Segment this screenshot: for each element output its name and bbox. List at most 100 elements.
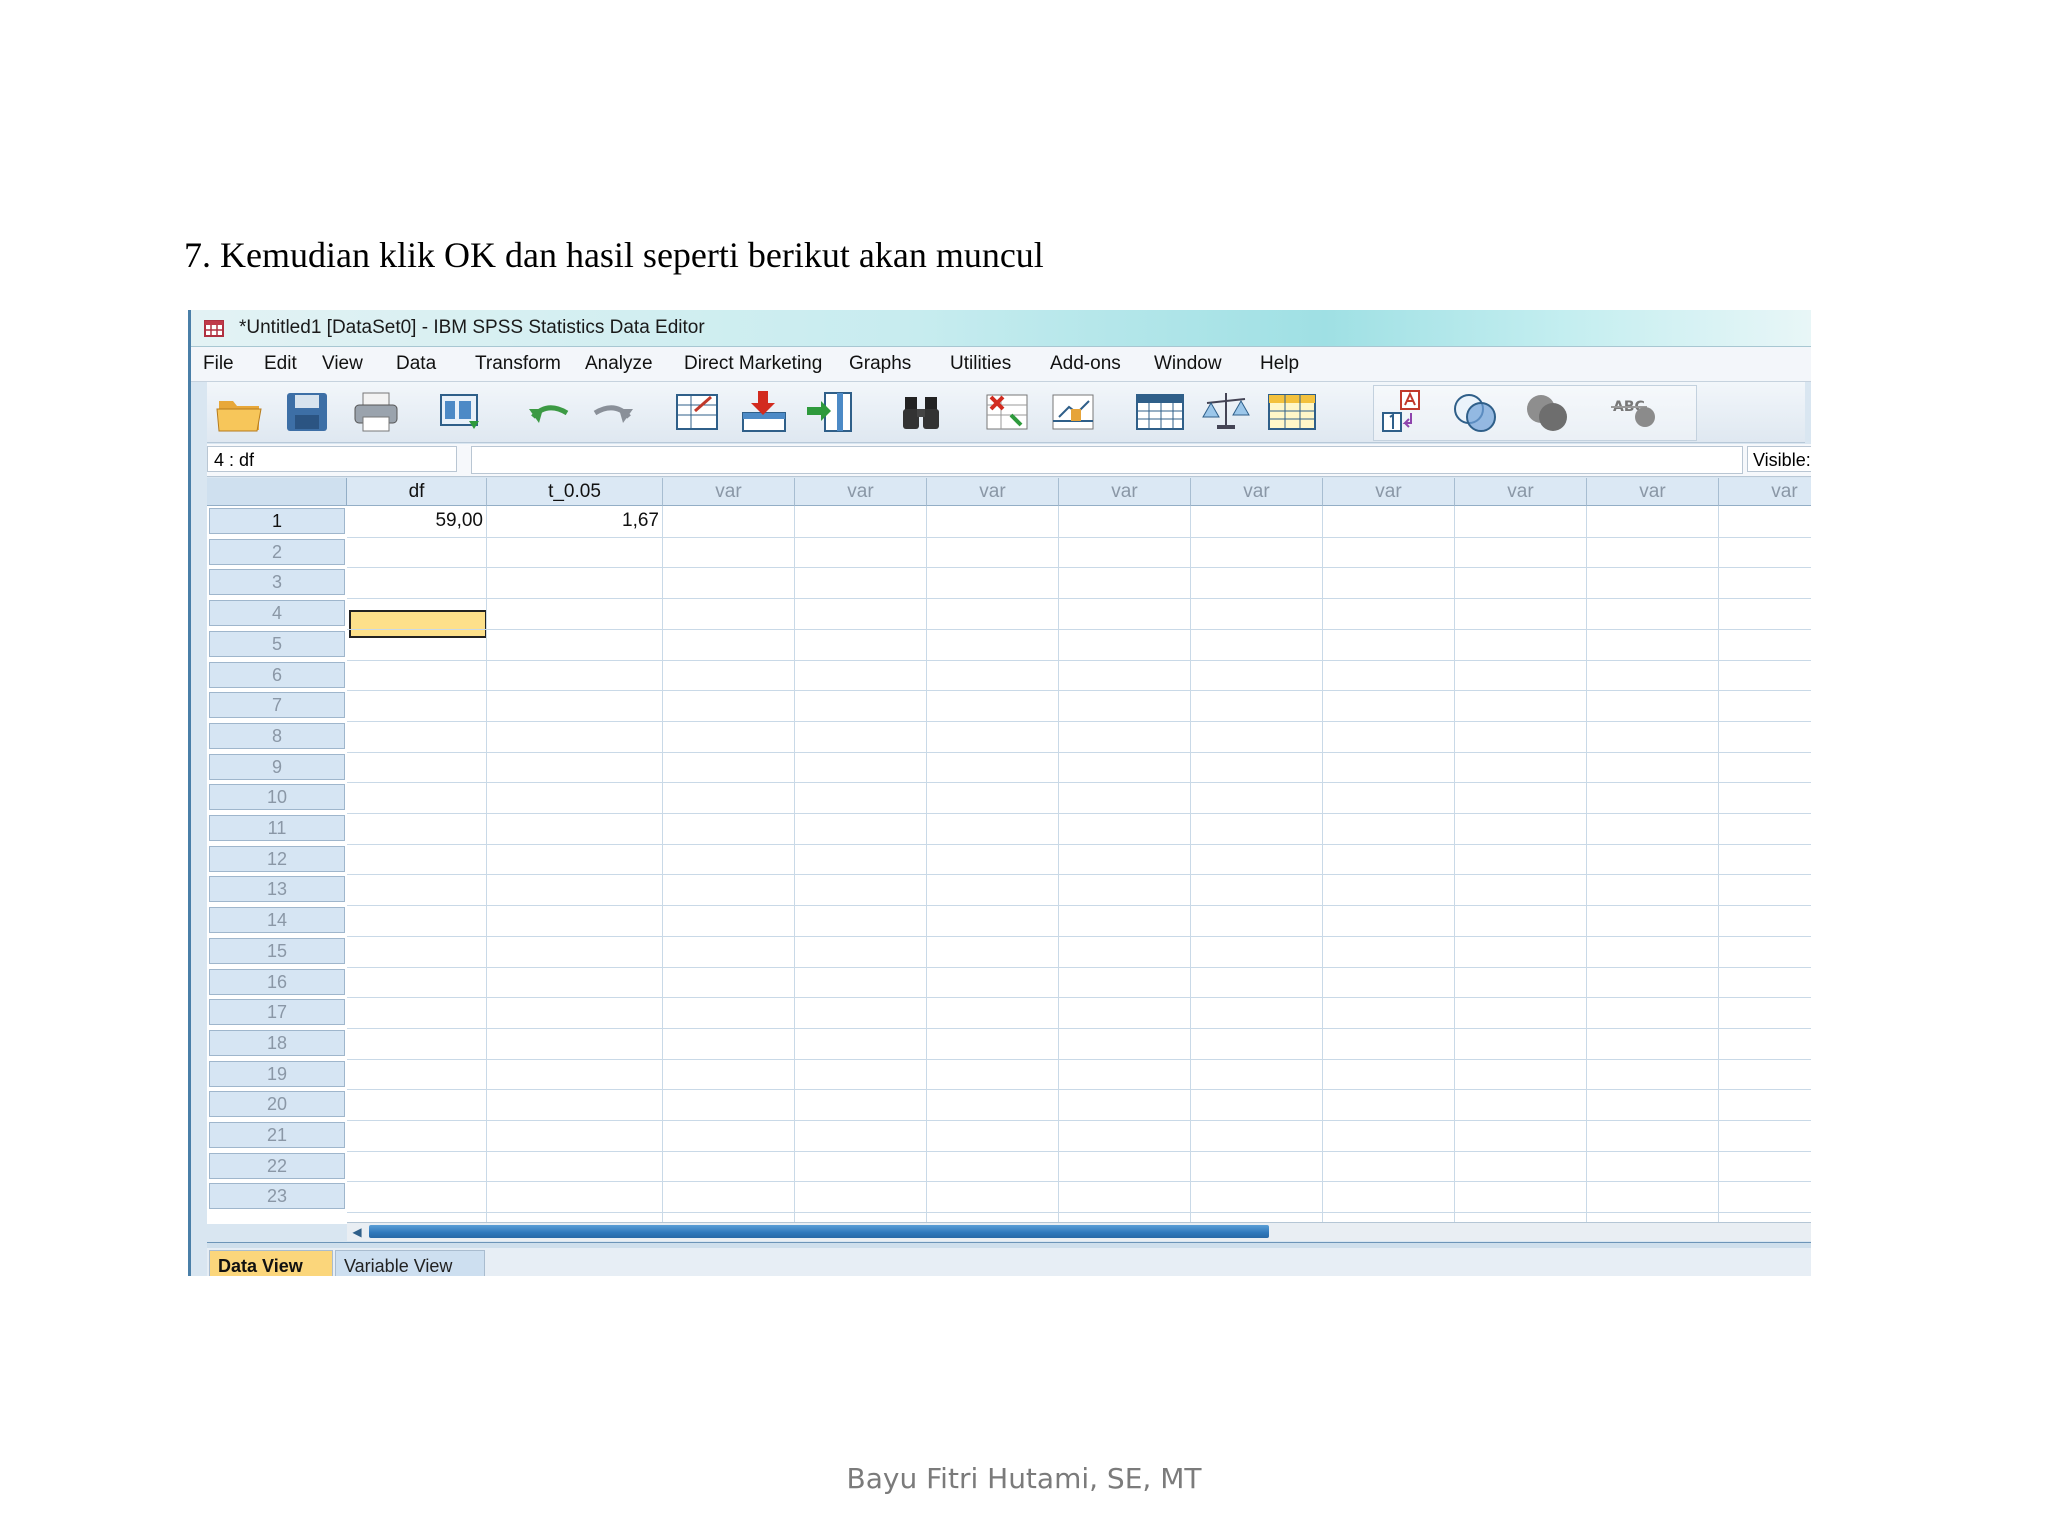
selected-cell[interactable] [349,610,487,638]
dialog-recall-icon[interactable] [435,387,489,437]
cell-value-field[interactable] [471,446,1743,474]
grid-row-line [347,1181,1811,1182]
menu-add-ons[interactable]: Add-ons [1050,353,1121,375]
menu-direct-marketing[interactable]: Direct Marketing [684,353,822,375]
row-header[interactable]: 9 [209,753,345,780]
row-header[interactable]: 5 [209,630,345,657]
slide-heading: 7. Kemudian klik OK dan hasil seperti be… [184,235,1044,275]
row-header[interactable]: 18 [209,1029,345,1056]
row-header[interactable]: 15 [209,937,345,964]
scrollbar-thumb[interactable] [369,1225,1269,1238]
column-header-var[interactable]: var [795,478,927,506]
open-folder-icon[interactable] [213,387,267,437]
row-header[interactable]: 1 [209,508,345,534]
slide-footer: Bayu Fitri Hutami, SE, MT [846,1462,1202,1495]
menu-help[interactable]: Help [1260,353,1299,375]
grid-row-line [347,1089,1811,1090]
grid-row-line [347,567,1811,568]
column-header-var[interactable]: var [1587,478,1719,506]
cell-reference-field[interactable]: 4 : df [207,446,457,472]
cell-editor-bar: 4 : df Visible: 2 [207,444,1811,477]
row-header[interactable]: 7 [209,692,345,719]
row-header[interactable]: 23 [209,1183,345,1210]
grid-corner[interactable] [207,478,347,506]
split-file-icon[interactable] [981,387,1035,437]
row-header[interactable]: 6 [209,661,345,688]
goto-case-icon[interactable] [671,387,725,437]
horizontal-scrollbar[interactable]: ◀ [347,1222,1811,1241]
row-header[interactable]: 21 [209,1122,345,1148]
row-header[interactable]: 22 [209,1152,345,1179]
menu-window[interactable]: Window [1154,353,1222,375]
redo-icon[interactable] [587,387,641,437]
row-header[interactable]: 13 [209,876,345,903]
circles-icon[interactable] [1449,387,1503,437]
data-cell[interactable]: 59,00 [347,506,487,536]
grid-column-line [1322,506,1323,1224]
undo-icon[interactable] [521,387,575,437]
row-header[interactable]: 2 [209,538,345,565]
row-header[interactable]: 12 [209,845,345,872]
grid-row-line [347,1120,1811,1121]
row-header[interactable]: 16 [209,968,345,995]
show-all-variables-icon[interactable] [1265,387,1319,437]
column-header-t-0-05[interactable]: t_0.05 [487,478,663,506]
scroll-left-icon[interactable]: ◀ [349,1225,365,1239]
grid-row-line [347,752,1811,753]
row-header[interactable]: 20 [209,1091,345,1118]
variable-sets-icon[interactable] [1199,387,1253,437]
grid-row-line [347,874,1811,875]
insert-variable-icon[interactable] [803,387,857,437]
column-header-var[interactable]: var [1191,478,1323,506]
weight-cases-icon[interactable] [1047,387,1101,437]
value-labels-icon[interactable] [1133,387,1187,437]
data-cell[interactable]: 1,67 [487,506,663,536]
tab-variable-view[interactable]: Variable View [335,1250,485,1276]
menu-data[interactable]: Data [396,353,436,375]
menu-edit[interactable]: Edit [264,353,297,375]
print-icon[interactable] [349,387,403,437]
row-header[interactable]: 17 [209,999,345,1026]
row-header[interactable]: 11 [209,815,345,841]
row-header[interactable]: 10 [209,784,345,811]
menu-file[interactable]: File [203,353,234,375]
column-header-df[interactable]: df [347,478,487,506]
row-header[interactable]: 4 [209,600,345,627]
grid-column-line [1190,506,1191,1224]
label-toggle-icon[interactable] [1377,387,1431,437]
menu-graphs[interactable]: Graphs [849,353,911,375]
column-header-var[interactable]: var [1719,478,1811,506]
grid-row-line [347,782,1811,783]
column-header-var[interactable]: var [927,478,1059,506]
gray-circles-icon[interactable] [1521,387,1575,437]
column-header-var[interactable]: var [1323,478,1455,506]
grid-column-line [1586,506,1587,1224]
grid-row-line [347,905,1811,906]
row-header[interactable]: 3 [209,569,345,596]
row-header[interactable]: 8 [209,722,345,749]
grid-column-line [1058,506,1059,1224]
grid-column-line [486,506,487,1224]
window-title: *Untitled1 [DataSet0] - IBM SPSS Statist… [239,317,705,338]
menu-analyze[interactable]: Analyze [585,353,653,375]
menu-view[interactable]: View [322,353,363,375]
grid-row-line [347,1028,1811,1029]
grid-row-line [347,598,1811,599]
row-header[interactable]: 14 [209,907,345,934]
column-header-var[interactable]: var [663,478,795,506]
row-header[interactable]: 19 [209,1060,345,1087]
tab-data-view[interactable]: Data View [209,1250,333,1276]
insert-cases-icon[interactable] [737,387,791,437]
view-tabs: Data View Variable View [207,1248,1811,1276]
column-header-var[interactable]: var [1059,478,1191,506]
column-header-var[interactable]: var [1455,478,1587,506]
grid-row-line [347,537,1811,538]
save-icon[interactable] [281,387,335,437]
grid-column-line [1718,506,1719,1224]
grid-row-line [347,997,1811,998]
grid-row-line [347,813,1811,814]
menu-transform[interactable]: Transform [475,353,561,375]
find-icon[interactable] [895,387,949,437]
spell-check-icon[interactable]: ABC [1607,387,1661,437]
menu-utilities[interactable]: Utilities [950,353,1011,375]
